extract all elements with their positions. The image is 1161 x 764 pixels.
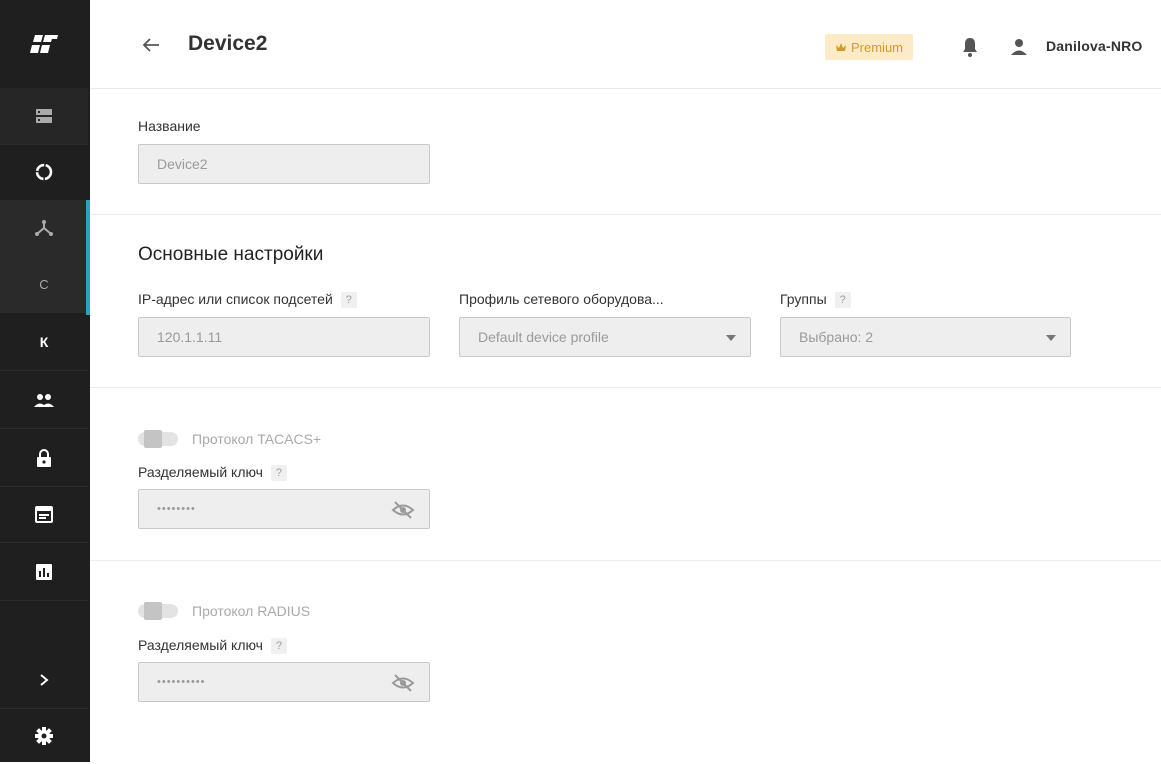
profile-select[interactable]: Default device profile: [459, 317, 751, 357]
groups-select[interactable]: Выбрано: 2: [780, 317, 1071, 357]
sidebar-item-reports[interactable]: [0, 544, 88, 601]
toggle-knob: [144, 602, 162, 620]
ip-label: IP-адрес или список подсетей?: [138, 291, 357, 309]
divider: [90, 387, 1161, 388]
radius-key-field[interactable]: ••••••••••: [138, 662, 430, 702]
tacacs-label: Протокол TACACS+: [192, 431, 322, 447]
sidebar-item-k[interactable]: К: [0, 314, 88, 371]
user-icon[interactable]: [1008, 36, 1030, 58]
sidebar-item-settings[interactable]: [0, 708, 88, 764]
toggle-knob: [144, 430, 162, 448]
radius-label: Протокол RADIUS: [192, 603, 311, 619]
sidebar-item-network[interactable]: [0, 200, 88, 257]
help-icon[interactable]: ?: [340, 292, 357, 309]
sidebar-item-devices[interactable]: [0, 88, 88, 145]
premium-label: Premium: [851, 39, 904, 55]
ip-label-text: IP-адрес или список подсетей: [138, 291, 333, 307]
sidebar-item-schedule[interactable]: [0, 486, 88, 543]
bell-icon[interactable]: [960, 36, 980, 58]
chevron-down-icon: [1046, 335, 1056, 341]
divider: [90, 214, 1161, 215]
back-arrow-icon[interactable]: [140, 34, 162, 56]
ip-field[interactable]: 120.1.1.11: [138, 317, 430, 357]
radius-key-label: Разделяемый ключ?: [138, 637, 287, 655]
crown-icon: [836, 43, 846, 51]
name-value: Device2: [157, 156, 208, 172]
page-title: Device2: [188, 32, 268, 55]
eye-off-icon[interactable]: [391, 672, 415, 694]
profile-value: Default device profile: [478, 329, 609, 345]
premium-badge[interactable]: Premium: [825, 34, 914, 60]
sidebar: C К: [0, 0, 90, 762]
sidebar-item-security[interactable]: [0, 430, 88, 487]
groups-value: Выбрано: 2: [799, 329, 874, 345]
user-name[interactable]: Danilova-NRO: [1046, 38, 1143, 54]
sidebar-item-c[interactable]: C: [0, 256, 88, 313]
groups-label-text: Группы: [780, 291, 827, 307]
header: Device2 Premium Danilova-NRO: [90, 0, 1161, 89]
chevron-right-icon: [40, 674, 49, 686]
sidebar-item-k-label: К: [39, 334, 49, 350]
lock-icon: [37, 449, 51, 467]
help-icon[interactable]: ?: [834, 292, 851, 309]
sidebar-expand-button[interactable]: [0, 652, 88, 709]
sidebar-item-loop[interactable]: [0, 144, 88, 201]
network-tree-icon: [35, 220, 53, 236]
sidebar-logo[interactable]: [0, 0, 88, 89]
calendar-icon: [35, 506, 53, 523]
sidebar-active-indicator: [86, 200, 90, 315]
tacacs-key-field[interactable]: ••••••••: [138, 489, 430, 529]
radius-toggle[interactable]: [138, 600, 178, 622]
logo-icon: [30, 35, 58, 53]
name-field[interactable]: Device2: [138, 144, 430, 184]
sidebar-item-users[interactable]: [0, 372, 88, 429]
main-settings-title: Основные настройки: [138, 244, 324, 265]
tacacs-toggle[interactable]: [138, 428, 178, 450]
circle-loop-icon: [35, 163, 53, 181]
gear-icon: [35, 727, 53, 745]
help-icon[interactable]: ?: [270, 465, 287, 482]
help-icon[interactable]: ?: [270, 638, 287, 655]
sidebar-item-c-label: C: [39, 276, 49, 292]
tacacs-key-value: ••••••••: [157, 503, 196, 515]
radius-key-value: ••••••••••: [157, 676, 206, 688]
radius-key-label-text: Разделяемый ключ: [138, 637, 263, 653]
divider: [90, 560, 1161, 561]
name-label: Название: [138, 118, 201, 134]
storage-icon: [36, 109, 52, 123]
tacacs-key-label-text: Разделяемый ключ: [138, 464, 263, 480]
chevron-down-icon: [726, 335, 736, 341]
groups-label: Группы?: [780, 291, 851, 309]
people-icon: [34, 394, 54, 407]
bar-chart-icon: [36, 564, 52, 580]
ip-value: 120.1.1.11: [157, 329, 223, 345]
eye-off-icon[interactable]: [391, 499, 415, 521]
profile-label: Профиль сетевого оборудова...: [459, 291, 664, 307]
tacacs-key-label: Разделяемый ключ?: [138, 464, 287, 482]
